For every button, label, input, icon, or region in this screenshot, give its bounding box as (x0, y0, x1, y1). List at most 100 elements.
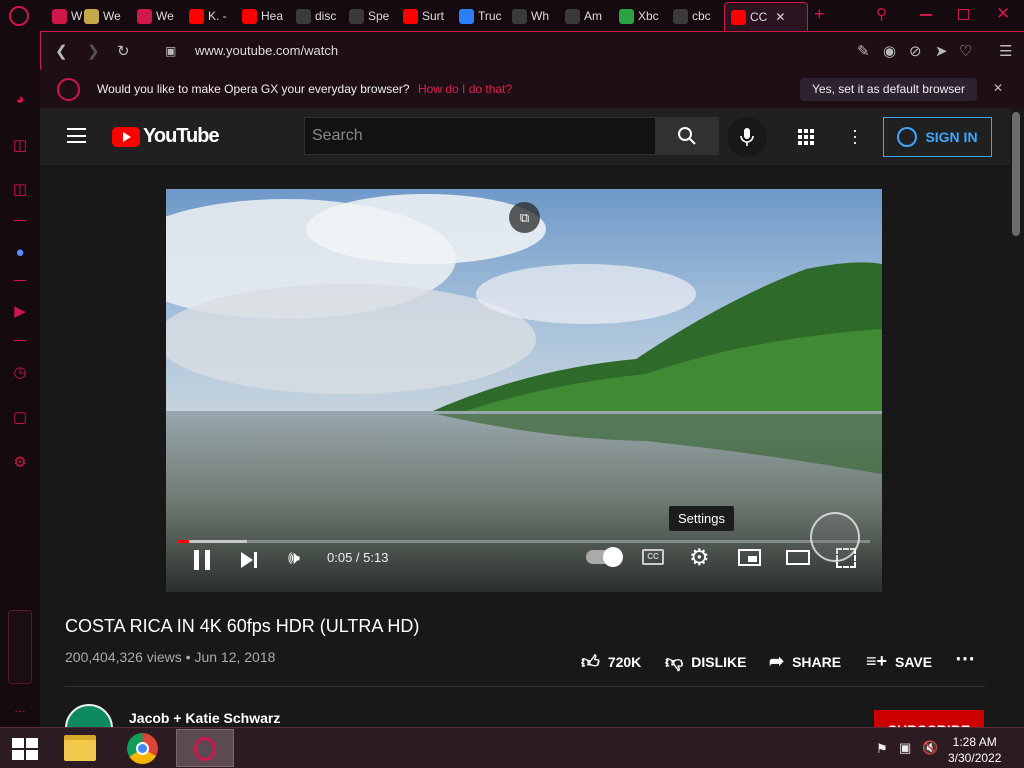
theater-mode-icon[interactable] (786, 550, 810, 565)
reload-icon[interactable]: ↻ (117, 42, 130, 60)
channel-name[interactable]: Jacob + Katie Schwarz (129, 710, 280, 726)
volume-icon[interactable]: 🕪 (288, 548, 300, 570)
voice-search-button[interactable] (727, 117, 767, 157)
settings-icon[interactable]: ⚙ (8, 450, 32, 474)
close-tab-icon[interactable]: ✕ (775, 10, 785, 24)
grid-icon (349, 8, 364, 24)
set-default-button[interactable]: Yes, set it as default browser (800, 78, 977, 101)
search-input[interactable]: Search (304, 117, 656, 155)
next-icon[interactable] (241, 552, 259, 568)
minimize-icon[interactable] (920, 14, 932, 16)
like-button[interactable]: 👍︎ 720K (581, 651, 641, 673)
browser-tab[interactable]: Wh (512, 4, 562, 28)
browser-tab[interactable]: We (52, 4, 82, 28)
miniplayer-icon[interactable] (738, 549, 761, 566)
network-icon[interactable]: ▣ (899, 740, 911, 756)
search-tabs-icon[interactable]: ⚲ (876, 5, 887, 23)
sign-in-label: SIGN IN (925, 129, 978, 145)
youtube-icon (189, 8, 204, 24)
browser-tab[interactable]: Surt (403, 4, 455, 28)
sign-in-button[interactable]: SIGN IN (883, 117, 992, 157)
browser-tab[interactable]: disc (296, 4, 346, 28)
subtitles-icon[interactable]: CC (642, 549, 664, 565)
restore-icon[interactable] (958, 9, 969, 20)
tab-label: disc (315, 9, 337, 23)
volume-muted-icon[interactable]: 🔇 (922, 740, 938, 756)
heart-icon[interactable]: ♡ (959, 42, 972, 60)
adblock-icon[interactable]: ⊘ (909, 42, 922, 60)
youtube-logo[interactable]: YouTube (112, 125, 220, 148)
banner-help-link[interactable]: How do I do that? (418, 82, 512, 96)
opera-icon (137, 8, 152, 24)
channel-watermark[interactable] (810, 512, 860, 562)
youtube-icon (731, 9, 746, 25)
browser-tab[interactable]: We (84, 4, 132, 28)
miniplayer-open-icon[interactable]: ⧉ (509, 202, 540, 233)
speed-limiter-icon[interactable]: ◕ (8, 87, 32, 111)
send-icon[interactable]: ➤ (935, 42, 948, 60)
snapshot-edit-icon[interactable]: ✎ (857, 42, 870, 60)
player-icon[interactable]: ▶ (8, 299, 32, 323)
bing-icon (459, 8, 474, 24)
twitch-icon[interactable]: ◫ (8, 177, 32, 201)
video-title: COSTA RICA IN 4K 60fps HDR (ULTRA HD) (65, 616, 420, 636)
windows-taskbar: ⚑ ▣ 🔇 1:28 AM 3/30/2022 (0, 727, 1024, 768)
amazon-icon (565, 8, 580, 24)
settings-tooltip: Settings (669, 506, 734, 531)
youtube-icon (242, 8, 257, 24)
file-explorer-icon[interactable] (64, 735, 96, 761)
windows-start-icon[interactable] (12, 738, 38, 760)
messenger-icon[interactable]: ● (8, 240, 32, 264)
browser-tab[interactable]: Am (565, 4, 615, 28)
browser-tab[interactable]: We (137, 4, 185, 28)
flag-icon[interactable]: ⚑ (876, 741, 888, 757)
channel-avatar[interactable] (65, 704, 113, 727)
gx-control-panel[interactable] (8, 610, 32, 684)
camera-icon[interactable]: ◉ (883, 42, 896, 60)
time-display: 0:05 / 5:13 (327, 550, 389, 565)
tab-active[interactable]: CC ✕ (724, 2, 808, 31)
more-icon[interactable]: … (8, 696, 32, 720)
pause-icon[interactable] (194, 550, 210, 570)
settings-more-icon[interactable]: · · · (852, 121, 858, 151)
tab-strip: We We We K. - Hea disc Spe Surt Truc Wh Am Xbc cbc CC… (0, 0, 1024, 31)
subscribe-button[interactable]: SUBSCRIBE (874, 710, 984, 727)
new-tab-button[interactable]: + (814, 4, 825, 25)
opera-menu-icon[interactable] (9, 6, 29, 26)
chrome-icon[interactable] (127, 733, 158, 764)
tab-label: Hea (261, 9, 284, 23)
number-2-icon (512, 8, 527, 24)
page-scrollbar[interactable] (1012, 112, 1020, 236)
extensions-icon[interactable]: ▢ (8, 405, 32, 429)
like-count: 720K (607, 654, 642, 670)
tab-label: Truc (478, 9, 502, 23)
gx-corner-icon[interactable]: ◫ (8, 133, 32, 157)
browser-tab[interactable]: Hea (242, 4, 292, 28)
apps-icon[interactable] (798, 129, 814, 145)
browser-tab[interactable]: Spe (349, 4, 399, 28)
video-player[interactable]: ⧉ Settings 🕪 0:05 / 5:13 CC ⚙ (166, 189, 882, 592)
more-actions-icon[interactable]: ⋯ (955, 646, 975, 671)
guide-menu-icon[interactable] (67, 128, 86, 143)
settings-gear-icon[interactable]: ⚙ (689, 544, 710, 571)
search-button[interactable] (655, 117, 719, 155)
close-window-icon[interactable]: ✕ (996, 4, 1010, 24)
video-frame (166, 189, 882, 592)
history-icon[interactable]: ◷ (8, 360, 32, 384)
share-button[interactable]: ➦ SHARE (769, 651, 841, 672)
save-button[interactable]: ≡+ SAVE (866, 651, 932, 672)
opera-gx-taskbar-button[interactable] (176, 729, 234, 767)
url-field[interactable]: www.youtube.com/watch (195, 43, 338, 58)
opera-gx-icon (194, 737, 216, 761)
easy-setup-icon[interactable]: ☰ (999, 42, 1012, 60)
close-banner-icon[interactable]: ✕ (993, 81, 1003, 95)
autoplay-toggle[interactable] (586, 547, 623, 567)
dislike-button[interactable]: 👎︎ DISLIKE (665, 651, 747, 673)
browser-tab[interactable]: cbc (673, 4, 721, 28)
browser-tab[interactable]: Truc (459, 4, 509, 28)
browser-tab[interactable]: K. - (189, 4, 237, 28)
back-icon[interactable]: ❮ (55, 42, 68, 60)
browser-tab[interactable]: Xbc (619, 4, 669, 28)
forward-icon[interactable]: ❯ (87, 42, 100, 60)
system-clock[interactable]: 1:28 AM 3/30/2022 (948, 734, 1001, 766)
